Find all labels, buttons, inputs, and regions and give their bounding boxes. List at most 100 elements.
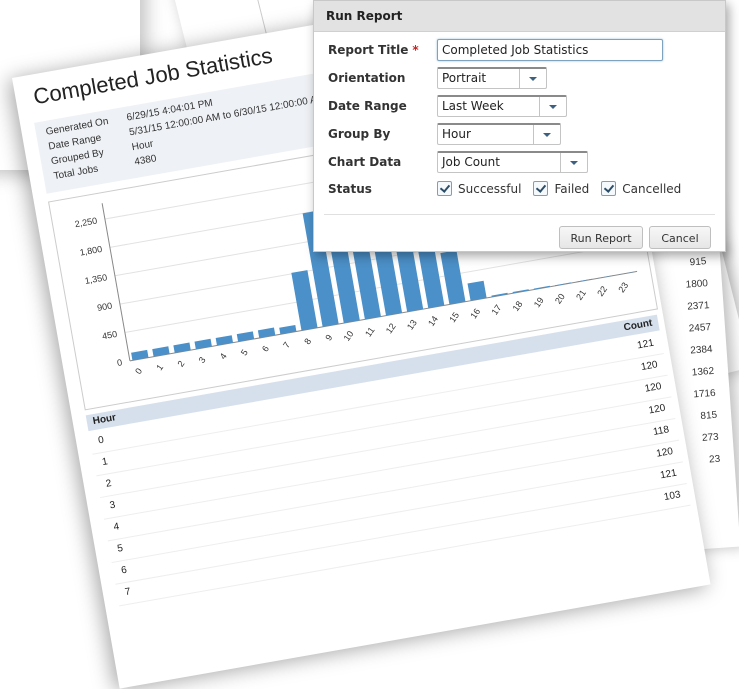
count-cell: 2457 [688, 322, 712, 335]
cancel-button[interactable]: Cancel [649, 226, 711, 249]
bar-hour-8 [291, 270, 318, 331]
dropdown-toggle[interactable] [560, 153, 587, 172]
x-tick-label: 11 [363, 325, 377, 338]
x-tick-label: 16 [468, 307, 482, 321]
column-header-count: Count [622, 317, 654, 334]
required-marker: * [412, 43, 419, 57]
y-tick-label: 1,350 [84, 272, 108, 286]
column-header-hour: Hour [91, 412, 117, 428]
x-tick-label: 23 [616, 280, 630, 294]
y-tick-label: 0 [116, 357, 123, 368]
successful-checkbox[interactable] [437, 181, 452, 196]
chart-data-label: Chart Data [328, 155, 402, 169]
hour-cell: 3 [108, 499, 117, 512]
dialog-divider [324, 214, 715, 215]
chevron-down-icon [529, 77, 537, 81]
count-cell: 121 [659, 467, 678, 482]
x-tick-label: 10 [342, 329, 356, 343]
x-tick-label: 21 [574, 288, 588, 302]
group-by-row: Group By Hour [328, 123, 708, 147]
hour-cell: 0 [97, 434, 105, 447]
bar-hour-20 [554, 282, 572, 286]
x-tick-label: 1 [154, 362, 165, 372]
cancelled-label[interactable]: Cancelled [622, 182, 681, 196]
orientation-select[interactable]: Portrait [437, 67, 547, 89]
count-cell: 120 [640, 359, 659, 374]
x-tick-label: 3 [197, 355, 208, 365]
bar-hour-5 [236, 331, 255, 342]
report-title-label: Report Title * [328, 43, 419, 57]
count-cell: 273 [701, 431, 720, 444]
bar-hour-21 [576, 278, 593, 283]
x-tick-label: 9 [323, 333, 334, 343]
x-tick-label: 6 [260, 344, 271, 354]
y-tick-label: 900 [96, 301, 113, 313]
report-title-input[interactable] [437, 39, 663, 61]
x-tick-label: 18 [511, 299, 525, 313]
report-title-row: Report Title * [328, 39, 708, 63]
date-range-row: Date Range Last Week [328, 95, 708, 119]
bar-hour-0 [131, 349, 149, 361]
bar-hour-4 [215, 335, 234, 346]
bar-hour-22 [597, 275, 614, 279]
bar-hour-1 [152, 346, 170, 357]
hour-cell: 1 [101, 456, 109, 469]
chart-data-select[interactable]: Job Count [437, 151, 588, 173]
x-tick-label: 5 [239, 348, 250, 358]
count-cell: 120 [644, 380, 663, 395]
status-row: Status Successful Failed Cancelled [328, 181, 718, 205]
x-tick-label: 22 [595, 284, 609, 298]
chevron-down-icon [570, 161, 578, 165]
bar-hour-19 [533, 285, 551, 290]
hour-cell: 2 [105, 477, 113, 490]
dialog-title: Run Report [314, 1, 725, 32]
x-tick-label: 17 [490, 303, 504, 317]
dropdown-toggle[interactable] [519, 69, 546, 88]
run-report-button[interactable]: Run Report [559, 226, 643, 249]
count-cell: 1716 [693, 387, 716, 401]
orientation-label: Orientation [328, 71, 406, 85]
x-tick-label: 8 [302, 336, 313, 346]
chart-data-row: Chart Data Job Count [328, 151, 708, 175]
dropdown-toggle[interactable] [533, 125, 560, 144]
bar-hour-23 [618, 271, 635, 275]
count-cell: 1362 [691, 365, 715, 379]
x-tick-label: 14 [426, 314, 440, 328]
x-tick-label: 19 [532, 295, 546, 309]
count-cell: 103 [663, 489, 682, 504]
failed-checkbox[interactable] [533, 181, 549, 196]
x-tick-label: 7 [281, 340, 292, 350]
successful-label[interactable]: Successful [458, 182, 521, 196]
group-by-label: Group By [328, 127, 391, 141]
chevron-down-icon [549, 105, 557, 109]
hour-cell: 7 [124, 586, 132, 599]
count-cell: 915 [689, 256, 707, 269]
x-tick-label: 4 [218, 351, 229, 361]
status-label: Status [328, 182, 372, 196]
group-by-select[interactable]: Hour [437, 123, 561, 145]
count-cell: 2384 [689, 343, 713, 357]
date-range-select[interactable]: Last Week [437, 95, 567, 117]
run-report-dialog: Run Report Report Title* Orientation Por… [313, 0, 726, 252]
x-tick-label: 13 [405, 318, 419, 332]
count-cell: 815 [700, 409, 718, 422]
count-cell: 118 [652, 424, 671, 438]
x-tick-label: 0 [133, 366, 144, 376]
dropdown-toggle[interactable] [539, 97, 566, 116]
cancelled-checkbox[interactable] [601, 181, 617, 196]
count-cell: 1800 [685, 278, 709, 291]
y-tick-label: 1,800 [79, 244, 103, 258]
orientation-row: Orientation Portrait [328, 67, 708, 91]
count-cell: 23 [708, 453, 721, 466]
failed-label[interactable]: Failed [554, 182, 589, 196]
x-tick-label: 12 [384, 321, 398, 335]
bar-hour-3 [194, 338, 212, 350]
count-cell: 120 [655, 445, 674, 460]
status-checkbox-group: Successful Failed Cancelled [437, 181, 693, 196]
bar-hour-15 [440, 250, 466, 305]
date-range-label: Date Range [328, 99, 407, 113]
chevron-down-icon [543, 133, 551, 137]
bar-hour-16 [467, 280, 487, 301]
count-cell: 121 [636, 337, 655, 352]
x-tick-label: 15 [447, 310, 461, 324]
